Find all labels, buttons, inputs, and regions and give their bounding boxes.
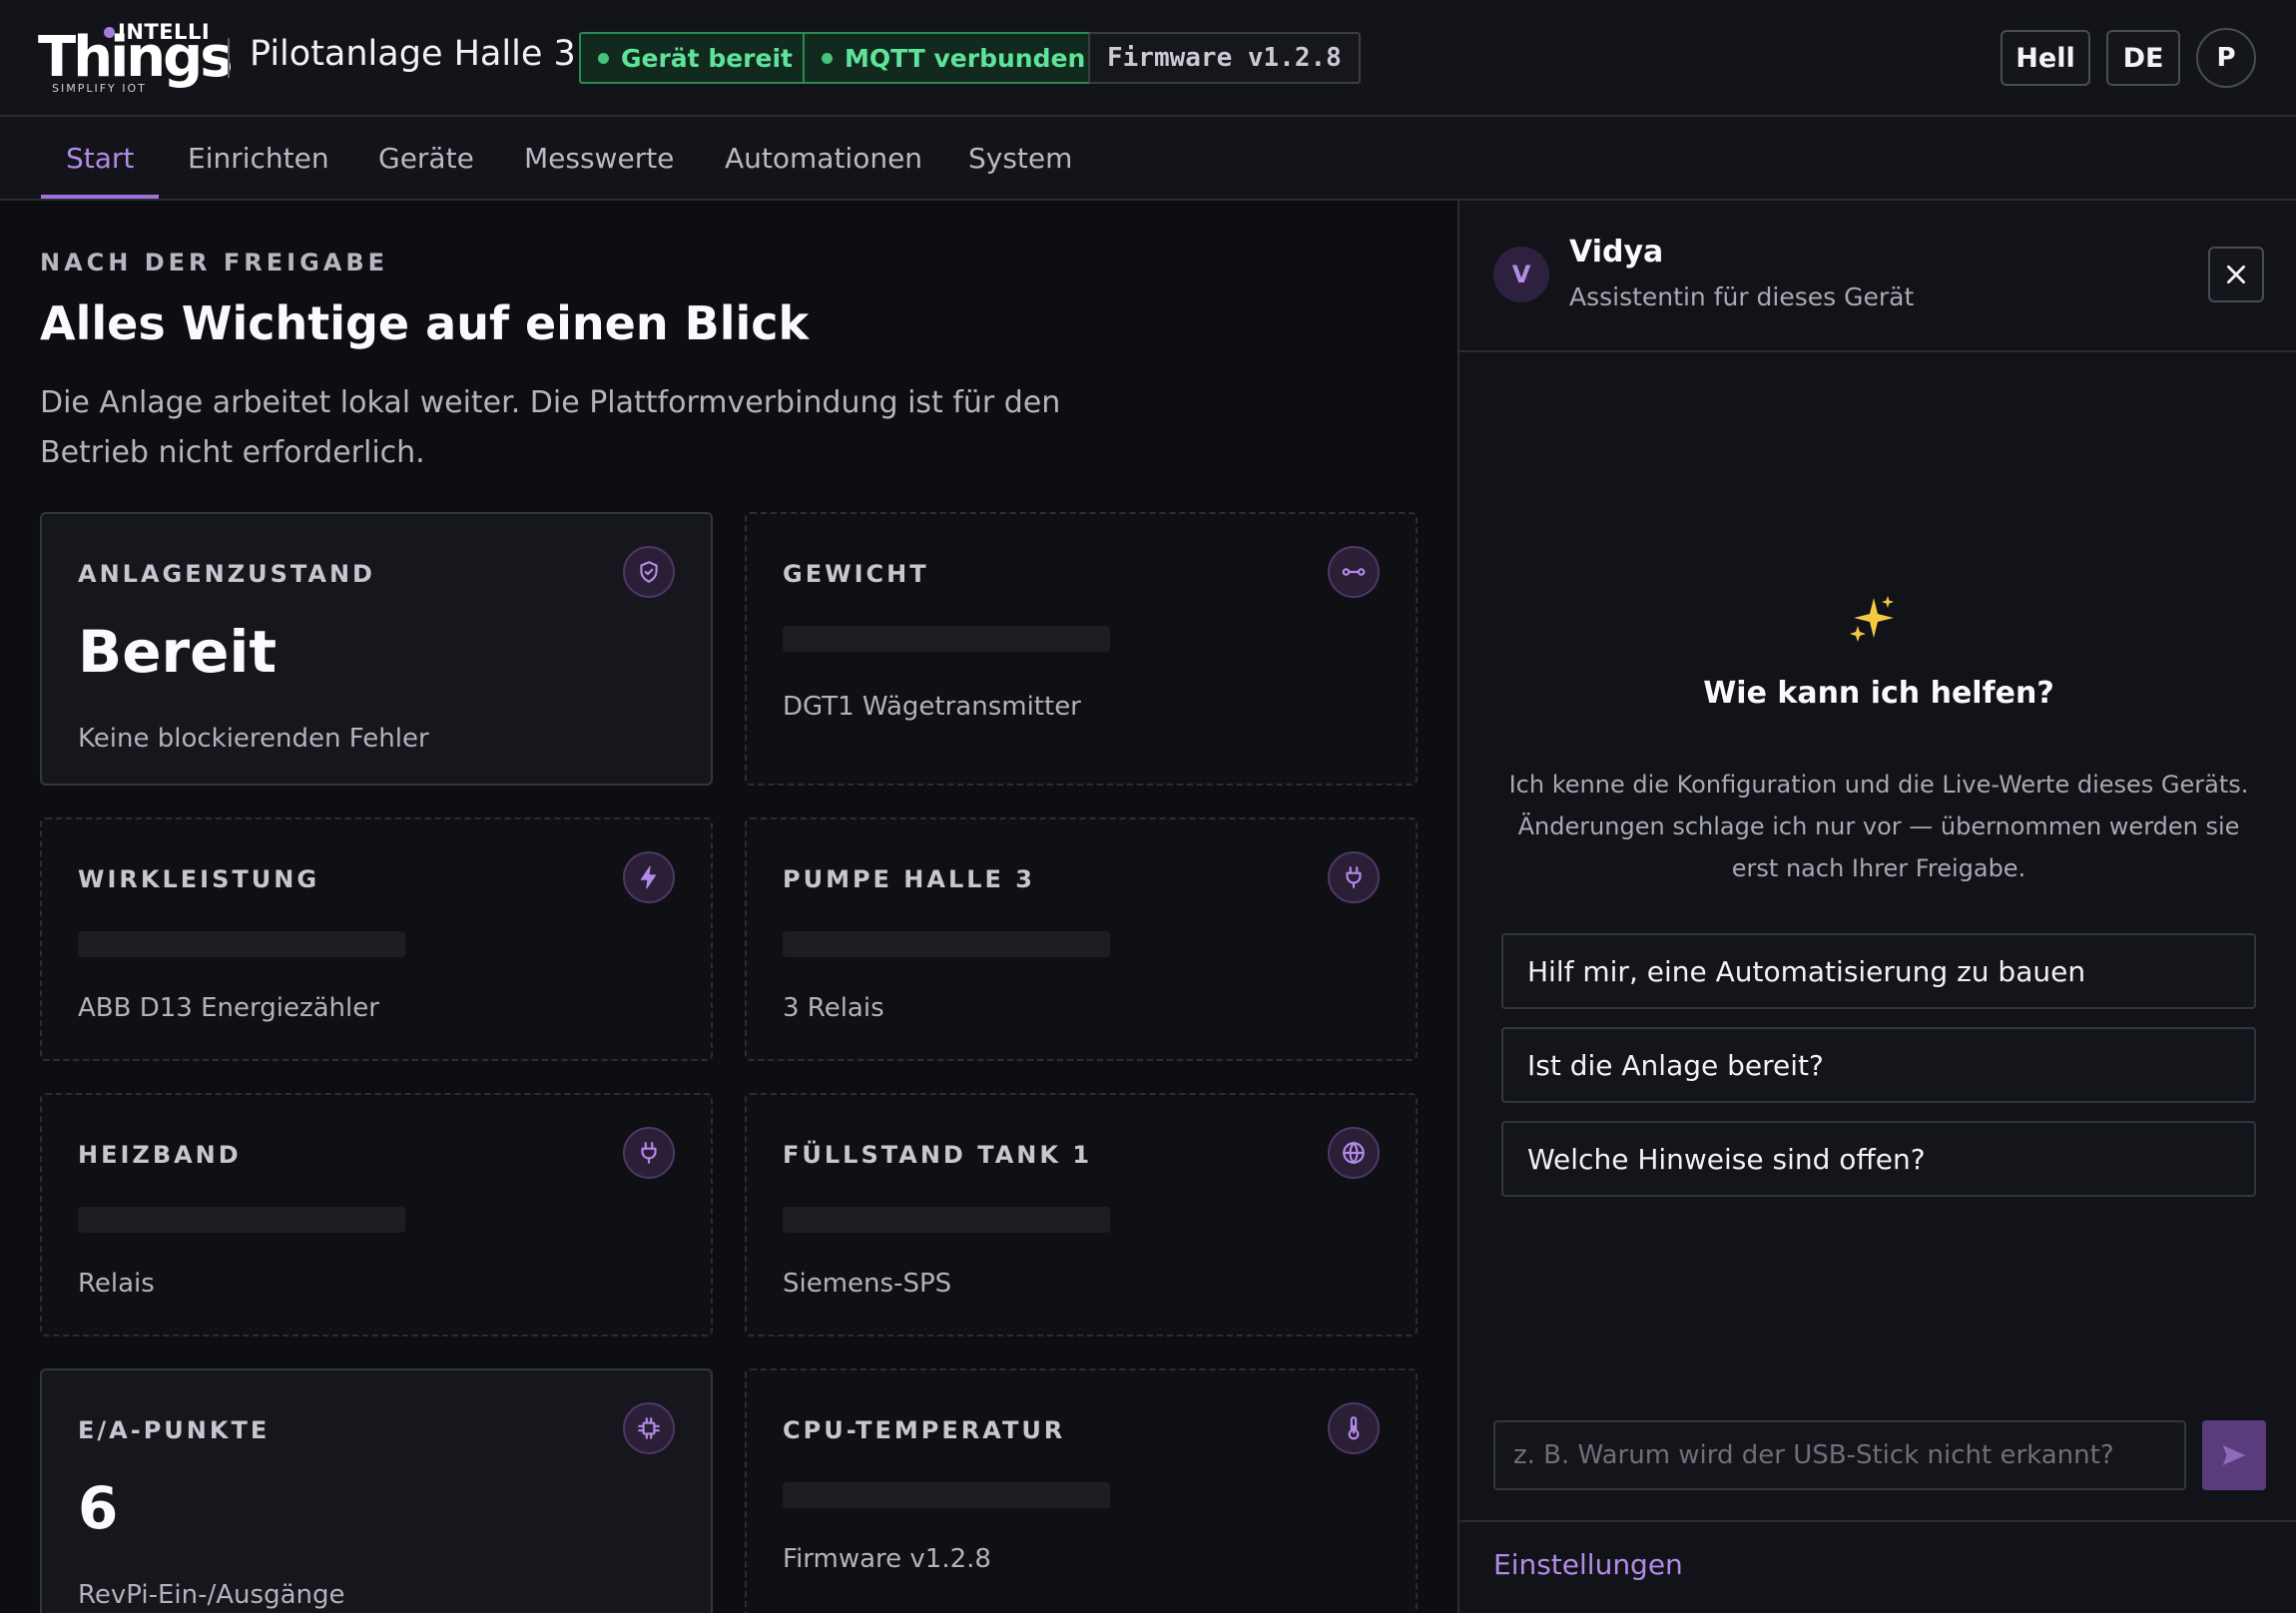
settings-link[interactable]: Einstellungen: [1493, 1548, 1683, 1581]
value-loading-placeholder: [783, 1482, 1110, 1508]
assistant-avatar: V: [1493, 247, 1549, 302]
bolt-icon: [623, 851, 675, 903]
card-subtitle: Firmware v1.2.8: [783, 1544, 991, 1574]
shield-icon: [623, 546, 675, 598]
card-subtitle: ABB D13 Energiezähler: [78, 993, 379, 1023]
value-loading-placeholder: [783, 1207, 1110, 1233]
assistant-footer-divider: [1459, 1520, 2296, 1522]
suggestion-label: Hilf mir, eine Automatisierung zu bauen: [1527, 954, 2086, 988]
card-pumpe-halle-3[interactable]: PUMPE HALLE 3 3 Relais: [745, 817, 1418, 1061]
thermometer-icon: [1328, 1402, 1380, 1454]
tab-label: Messwerte: [524, 141, 675, 175]
section-eyebrow: NACH DER FREIGABE: [40, 249, 389, 276]
status-dot-icon: [598, 52, 609, 64]
globe-icon: [1328, 1127, 1380, 1179]
value-loading-placeholder: [78, 1207, 405, 1233]
send-icon: [2222, 1445, 2246, 1465]
card-title: WIRKLEISTUNG: [78, 865, 320, 893]
card-value: Bereit: [78, 618, 278, 686]
send-button[interactable]: [2202, 1420, 2266, 1490]
device-status-text: Gerät bereit: [621, 43, 793, 73]
card-title: FÜLLSTAND TANK 1: [783, 1141, 1093, 1169]
tab-messwerte[interactable]: Messwerte: [524, 117, 674, 199]
card-fuellstand-tank-1[interactable]: FÜLLSTAND TANK 1 Siemens-SPS: [745, 1093, 1418, 1337]
card-subtitle: Relais: [78, 1269, 155, 1299]
assistant-panel: V Vidya Assistentin für dieses Gerät Wie…: [1457, 201, 2296, 1613]
suggestion-button[interactable]: Welche Hinweise sind offen?: [1501, 1121, 2256, 1197]
card-heizband[interactable]: HEIZBAND Relais: [40, 1093, 713, 1337]
theme-toggle-button[interactable]: Hell: [2001, 30, 2090, 86]
assistant-greeting: Wie kann ich helfen?: [1703, 676, 2054, 711]
mqtt-status-text: MQTT verbunden: [845, 43, 1086, 73]
tab-label: Automationen: [725, 141, 923, 175]
header-divider: [228, 38, 230, 78]
theme-toggle-label: Hell: [2015, 42, 2075, 74]
tab-start[interactable]: Start: [40, 117, 160, 199]
main-nav: Start Einrichten Geräte Messwerte Automa…: [0, 117, 2296, 201]
suggestion-button[interactable]: Ist die Anlage bereit?: [1501, 1027, 2256, 1103]
assistant-role: Assistentin für dieses Gerät: [1569, 282, 1915, 311]
scale-icon: [1328, 546, 1380, 598]
card-ea-punkte[interactable]: E/A-PUNKTE 6 RevPi-Ein-/Ausgänge: [40, 1368, 713, 1613]
status-dot-icon: [822, 52, 833, 64]
value-loading-placeholder: [783, 931, 1110, 957]
brand-logo[interactable]: INTELLI Things SIMPLIFY IOT: [38, 18, 234, 98]
logo-things: Things: [38, 25, 234, 90]
logo-tagline: SIMPLIFY IOT: [52, 82, 147, 95]
card-wirkleistung[interactable]: WIRKLEISTUNG ABB D13 Energiezähler: [40, 817, 713, 1061]
user-initial: P: [2216, 43, 2236, 73]
language-button[interactable]: DE: [2106, 30, 2180, 86]
card-subtitle: Siemens-SPS: [783, 1269, 952, 1299]
card-subtitle: Keine blockierenden Fehler: [78, 724, 429, 754]
assistant-name: Vidya: [1569, 235, 1664, 269]
card-title: HEIZBAND: [78, 1141, 242, 1169]
card-anlagenzustand[interactable]: ANLAGENZUSTAND Bereit Keine blockierende…: [40, 512, 713, 786]
tab-automationen[interactable]: Automationen: [725, 117, 922, 199]
card-title: ANLAGENZUSTAND: [78, 560, 375, 588]
suggestion-label: Welche Hinweise sind offen?: [1527, 1142, 1926, 1176]
assistant-intro: Ich kenne die Konfiguration und die Live…: [1508, 771, 2249, 882]
tab-label: Start: [66, 141, 135, 175]
tab-label: System: [968, 141, 1073, 175]
card-subtitle: RevPi-Ein-/Ausgänge: [78, 1580, 345, 1610]
sparkle-icon: [1850, 596, 1894, 642]
firmware-badge: Firmware v1.2.8: [1088, 32, 1361, 84]
device-status-badge: Gerät bereit: [579, 32, 812, 84]
page-title: Alles Wichtige auf einen Blick: [40, 296, 810, 350]
plug-icon: [623, 1127, 675, 1179]
tab-geraete[interactable]: Geräte: [378, 117, 474, 199]
card-subtitle: 3 Relais: [783, 993, 884, 1023]
mqtt-status-badge: MQTT verbunden: [803, 32, 1105, 84]
card-value: 6: [78, 1474, 119, 1542]
firmware-text: Firmware v1.2.8: [1107, 43, 1342, 73]
value-loading-placeholder: [783, 626, 1110, 652]
tab-system[interactable]: System: [968, 117, 1072, 199]
card-title: GEWICHT: [783, 560, 929, 588]
assistant-header: V Vidya Assistentin für dieses Gerät: [1459, 201, 2296, 352]
tab-label: Einrichten: [188, 141, 329, 175]
plant-title: Pilotanlage Halle 3: [250, 34, 576, 74]
suggestion-label: Ist die Anlage bereit?: [1527, 1048, 1824, 1082]
tab-einrichten[interactable]: Einrichten: [188, 117, 329, 199]
value-loading-placeholder: [78, 931, 405, 957]
suggestion-button[interactable]: Hilf mir, eine Automatisierung zu bauen: [1501, 933, 2256, 1009]
dashboard-main: NACH DER FREIGABE Alles Wichtige auf ein…: [0, 201, 1457, 1613]
card-title: CPU-TEMPERATUR: [783, 1416, 1066, 1444]
language-label: DE: [2122, 42, 2164, 74]
chat-input[interactable]: [1493, 1420, 2186, 1490]
card-cpu-temperatur[interactable]: CPU-TEMPERATUR Firmware v1.2.8: [745, 1368, 1418, 1613]
close-button[interactable]: [2208, 247, 2264, 302]
close-icon: [2227, 266, 2245, 283]
chip-icon: [623, 1402, 675, 1454]
card-title: E/A-PUNKTE: [78, 1416, 271, 1444]
user-avatar-button[interactable]: P: [2196, 28, 2256, 88]
plug-icon: [1328, 851, 1380, 903]
page-lead: Die Anlage arbeitet lokal weiter. Die Pl…: [40, 385, 1061, 470]
tab-label: Geräte: [378, 141, 474, 175]
assistant-initial: V: [1511, 261, 1531, 288]
card-title: PUMPE HALLE 3: [783, 865, 1035, 893]
top-bar: INTELLI Things SIMPLIFY IOT Pilotanlage …: [0, 0, 2296, 117]
card-subtitle: DGT1 Wägetransmitter: [783, 692, 1081, 722]
card-gewicht[interactable]: GEWICHT DGT1 Wägetransmitter: [745, 512, 1418, 786]
